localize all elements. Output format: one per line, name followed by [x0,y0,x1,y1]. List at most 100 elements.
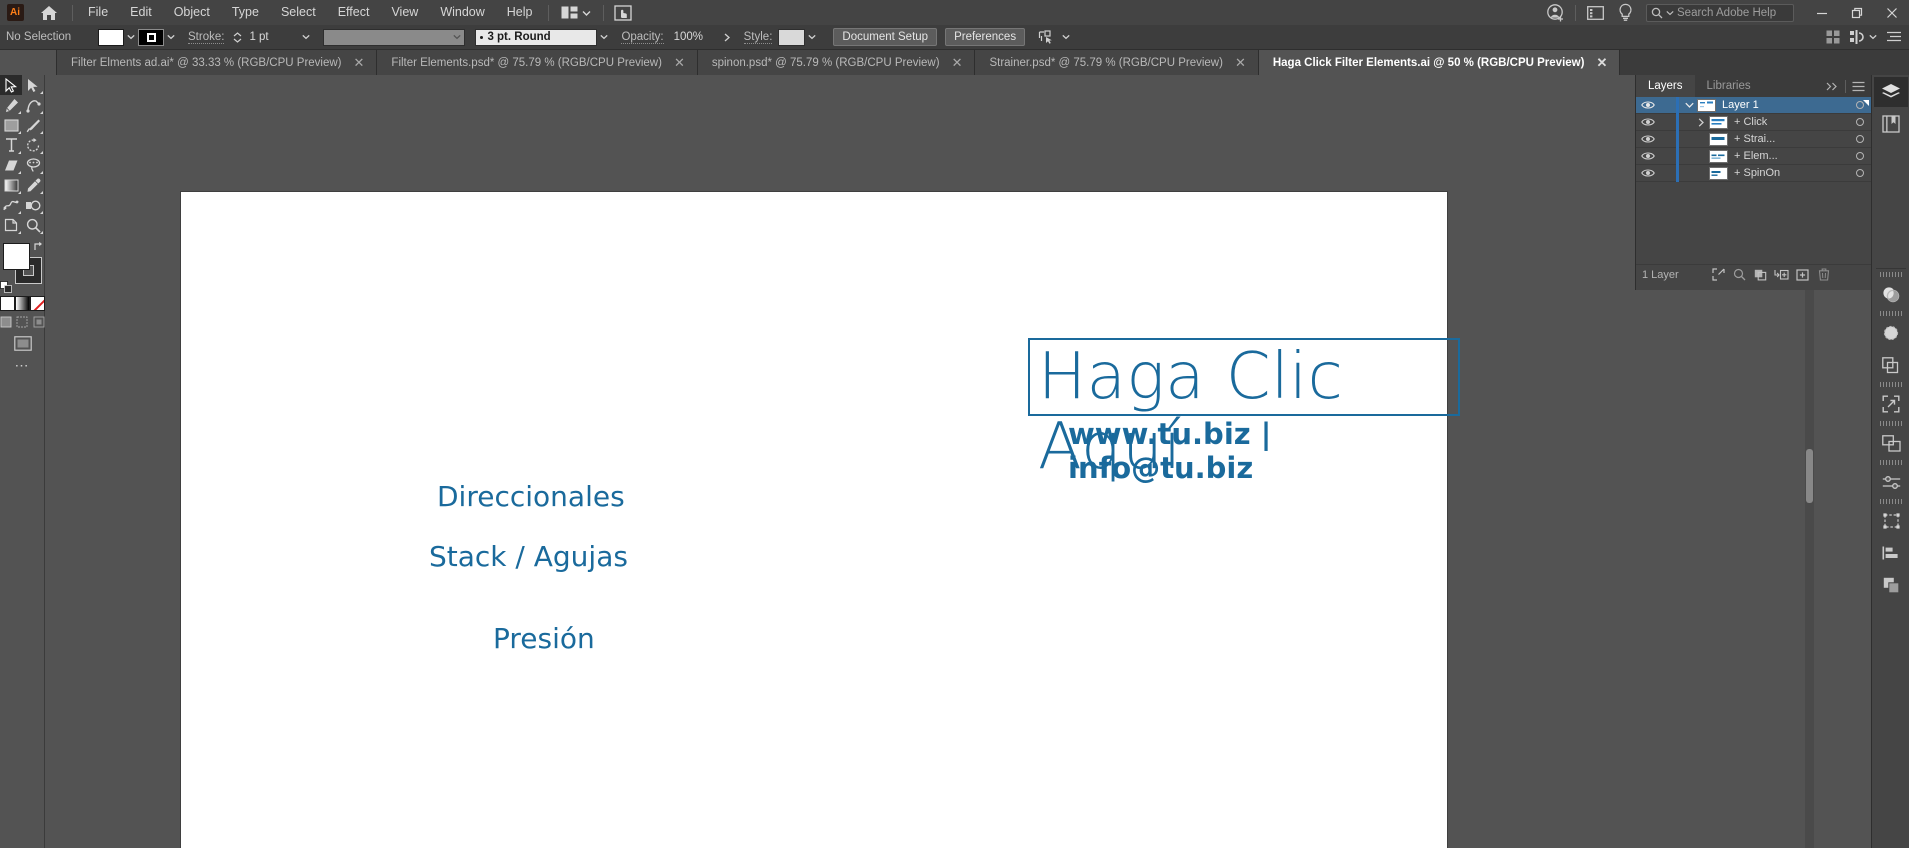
rail-grip-3[interactable] [1880,382,1902,387]
document-tab-3-close-icon[interactable]: ✕ [1235,56,1246,69]
appearance-panel-icon[interactable] [1874,318,1908,348]
document-canvas[interactable]: Haga Clic Aquí www.tu.biz | info@tu.biz … [45,75,1814,848]
artwork-label-stack-agujas[interactable]: Stack / Agujas [429,540,628,573]
search-input[interactable]: Search Adobe Help [1646,3,1794,22]
panel-menu-icon[interactable] [1852,81,1867,92]
minimize-icon[interactable] [1804,0,1839,25]
document-tab-4[interactable]: Haga Click Filter Elements.ai @ 50 % (RG… [1258,50,1621,75]
selection-tool[interactable] [0,75,22,95]
layer-name-3[interactable]: + Elem... [1734,150,1849,162]
graphic-style-swatch[interactable] [778,28,806,46]
layer-twirl-icon-0[interactable] [1681,102,1697,109]
draw-normal-icon[interactable] [0,315,12,328]
document-tab-0-close-icon[interactable]: ✕ [354,56,365,69]
paintbrush-tool[interactable] [22,115,44,135]
brush-definition-dropdown[interactable]: 3 pt. Round [475,28,598,46]
restore-icon[interactable] [1839,0,1874,25]
artwork-label-presion[interactable]: Presión [493,622,595,655]
make-clipping-mask-icon[interactable] [1750,265,1771,285]
arrange-documents-icon[interactable] [553,0,599,25]
document-tab-1-close-icon[interactable]: ✕ [674,56,685,69]
menu-item-help[interactable]: Help [496,0,544,25]
fill-indicator[interactable] [3,243,30,270]
rail-grip-4[interactable] [1880,421,1902,426]
layer-twirl-icon-1[interactable] [1693,117,1709,127]
layer-visibility-icon-1[interactable] [1636,117,1660,127]
flyout-menu-icon[interactable] [1887,31,1901,43]
layers-panel-icon[interactable] [1874,77,1908,107]
direct-selection-tool[interactable] [22,75,44,95]
style-chevron-down-icon[interactable] [805,29,819,46]
gradient-tool[interactable] [0,175,22,195]
gradient-swatch[interactable] [15,296,30,311]
add-account-icon[interactable] [1541,0,1571,25]
rail-grip-1[interactable] [1880,272,1902,277]
layer-row-1[interactable]: + Click [1636,113,1871,131]
document-tab-4-close-icon[interactable]: ✕ [1596,56,1607,69]
document-tab-3[interactable]: Strainer.psd* @ 75.79 % (RGB/CPU Preview… [975,50,1259,75]
menu-item-window[interactable]: Window [429,0,495,25]
transform-panel-icon[interactable] [1874,506,1908,536]
curvature-tool[interactable] [22,95,44,115]
default-fill-stroke-icon[interactable] [0,281,12,293]
opacity-value[interactable]: 100% [669,28,718,46]
color-swatch[interactable] [0,296,15,311]
eyedropper-tool[interactable] [22,175,44,195]
home-icon[interactable] [30,0,68,25]
opacity-options-icon[interactable] [718,29,736,46]
select-similar-options-icon[interactable] [1033,29,1059,46]
pen-tool[interactable] [0,95,22,115]
layer-name-0[interactable]: Layer 1 [1722,99,1849,111]
artboard-tool[interactable] [0,215,22,235]
arrange-grid-icon[interactable] [1826,30,1840,44]
align-options-icon[interactable] [1850,30,1877,44]
document-tab-2[interactable]: spinon.psd* @ 75.79 % (RGB/CPU Preview) … [697,50,976,75]
layer-visibility-icon-2[interactable] [1636,134,1660,144]
layer-row-2[interactable]: + Strai... [1636,130,1871,148]
tab-layers[interactable]: Layers [1636,75,1695,97]
artboard[interactable]: Haga Clic Aquí www.tu.biz | info@tu.biz … [181,192,1460,848]
document-tab-1[interactable]: Filter Elements.psd* @ 75.79 % (RGB/CPU … [377,50,698,75]
blend-tool[interactable] [0,195,22,215]
layer-row-3[interactable]: + Elem... [1636,147,1871,165]
align-panel-icon[interactable] [1874,538,1908,568]
stroke-weight-stepper[interactable] [230,31,245,43]
pathfinder-panel-icon[interactable] [1874,350,1908,380]
menu-item-type[interactable]: Type [221,0,270,25]
stroke-weight-value[interactable]: 1 pt [245,28,300,46]
rotate-tool[interactable] [22,135,44,155]
asset-export-panel-icon[interactable] [1874,570,1908,600]
menu-item-select[interactable]: Select [270,0,327,25]
tab-libraries[interactable]: Libraries [1695,75,1763,97]
layer-target-icon-1[interactable] [1849,118,1871,126]
shape-builder-tool[interactable] [22,195,44,215]
layer-visibility-icon-0[interactable] [1636,100,1660,110]
layer-visibility-icon-4[interactable] [1636,168,1660,178]
layer-target-icon-4[interactable] [1849,169,1871,177]
menu-item-object[interactable]: Object [163,0,221,25]
workspace-switcher-icon[interactable] [1580,0,1610,25]
fill-chevron-down-icon[interactable] [124,29,138,46]
stroke-color-swatch[interactable] [138,28,164,46]
layer-visibility-icon-3[interactable] [1636,151,1660,161]
menu-item-file[interactable]: File [77,0,119,25]
collapse-panel-icon[interactable] [1826,82,1839,91]
layer-name-2[interactable]: + Strai... [1734,133,1849,145]
canvas-scrollbar-thumb[interactable] [1806,449,1813,503]
menu-item-effect[interactable]: Effect [327,0,381,25]
draw-behind-icon[interactable] [16,315,28,328]
discover-bulb-icon[interactable] [1610,0,1640,25]
artwork-label-direccionales[interactable]: Direccionales [437,480,625,513]
variable-width-profile-dropdown[interactable] [323,28,466,46]
type-tool[interactable] [0,135,22,155]
zoom-tool[interactable] [22,215,44,235]
create-new-sublayer-icon[interactable] [1771,265,1792,285]
screen-mode-button[interactable] [0,336,45,351]
locate-object-icon[interactable] [1708,265,1729,285]
layer-target-icon-3[interactable] [1849,152,1871,160]
stroke-weight-chevron-down-icon[interactable] [299,29,313,46]
transparency-panel-icon[interactable] [1874,279,1908,309]
find-layer-icon[interactable] [1729,265,1750,285]
properties-panel-icon[interactable] [1874,467,1908,497]
menu-item-view[interactable]: View [380,0,429,25]
